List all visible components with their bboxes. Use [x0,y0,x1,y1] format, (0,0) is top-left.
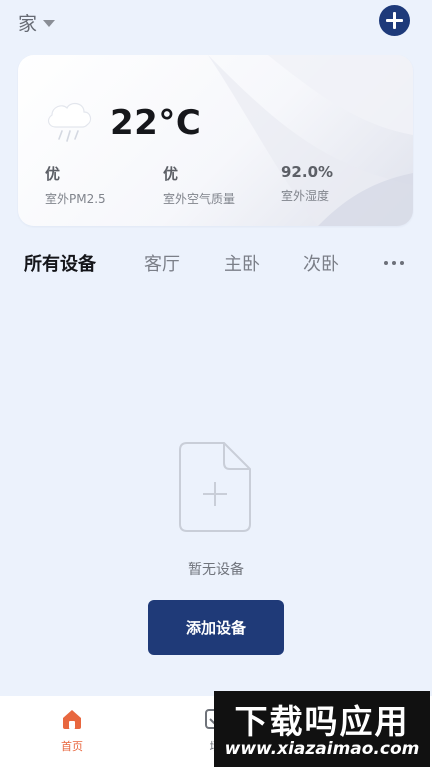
tab-all-devices[interactable]: 所有设备 [24,250,96,276]
watermark-title: 下载吗应用 [234,702,410,741]
weather-card: 22°C 优 室外PM2.5 优 室外空气质量 92.0% 室外湿度 [18,55,413,226]
file-add-icon [179,442,251,532]
stat-air-quality: 优 室外空气质量 [163,163,235,207]
tab-second-bedroom[interactable]: 次卧 [303,250,339,276]
tab-master-bedroom[interactable]: 主卧 [224,250,260,276]
stat-value: 92.0% [281,163,334,181]
watermark: 下载吗应用 www.xiazaimao.com [214,691,430,767]
stat-pm25: 优 室外PM2.5 [45,163,106,207]
room-tabs: 所有设备 客厅 主卧 次卧 [0,250,432,280]
empty-message: 暂无设备 [188,562,244,578]
temperature: 22°C [110,103,202,143]
stat-label: 室外PM2.5 [45,192,106,206]
stat-value: 优 [163,165,179,183]
stat-label: 室外空气质量 [163,192,236,206]
add-device-button[interactable]: 添加设备 [148,600,284,655]
stat-humidity: 92.0% 室外湿度 [281,163,333,204]
stat-label: 室外湿度 [281,189,330,203]
caret-down-icon [43,20,56,27]
tab-living-room[interactable]: 客厅 [144,250,180,276]
plus-circle-icon[interactable] [379,5,410,36]
cloud-rain-icon [47,102,92,142]
stat-value: 优 [45,165,61,183]
home-selector[interactable]: 家 [18,9,56,36]
watermark-url: www.xiazaimao.com [224,739,420,759]
nav-home-label: 首页 [61,740,83,753]
nav-home[interactable]: 首页 [32,696,112,768]
home-icon [63,710,81,729]
home-label: 家 [18,13,38,35]
more-horizontal-icon[interactable] [384,261,404,265]
